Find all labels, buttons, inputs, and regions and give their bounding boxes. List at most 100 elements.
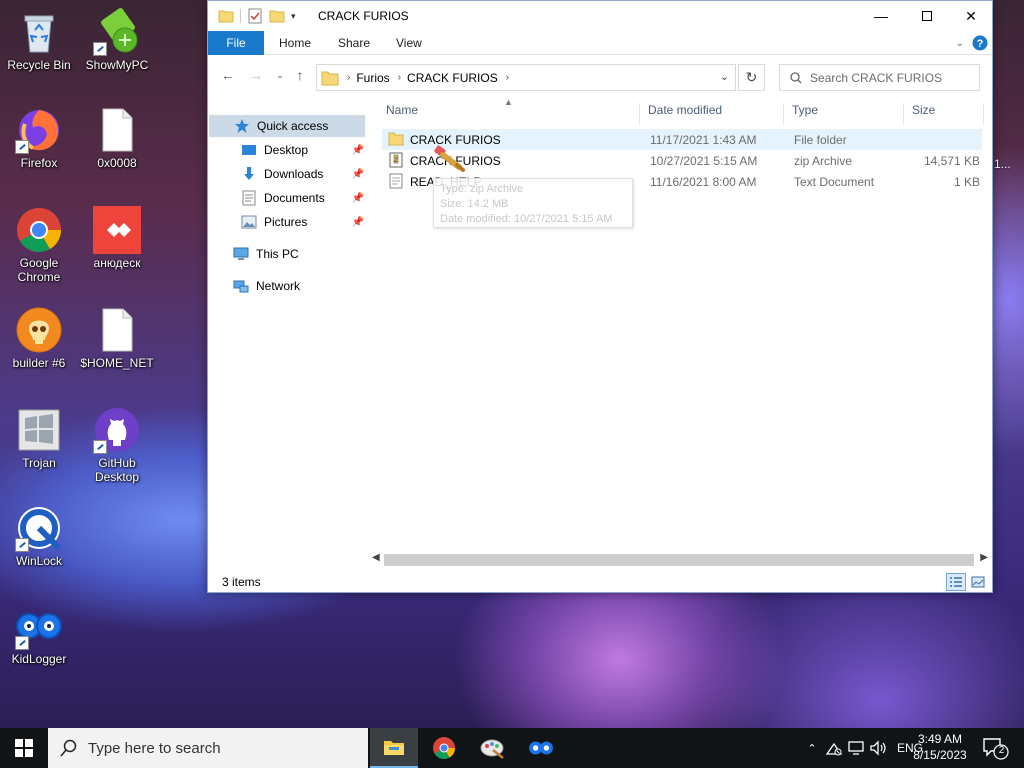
file-row[interactable]: Z CRACK FURIOS 10/27/2021 5:15 AM zip Ar… xyxy=(382,150,982,171)
action-center-button[interactable]: 2 xyxy=(980,736,1010,760)
breadcrumb-chevron-icon[interactable]: › xyxy=(398,72,401,83)
no-network-icon[interactable] xyxy=(825,740,843,756)
desktop-icon-kidlogger[interactable]: KidLogger xyxy=(0,602,78,666)
nav-quick-access[interactable]: Quick access xyxy=(209,115,365,137)
breadcrumb-chevron-icon[interactable]: › xyxy=(347,72,350,83)
pin-icon[interactable]: 📌 xyxy=(352,169,364,180)
horizontal-scrollbar[interactable]: ◀ ▶ xyxy=(368,551,992,569)
tab-share[interactable]: Share xyxy=(326,31,382,55)
desktop-icon-home-net[interactable]: $HOME_NET xyxy=(78,306,156,370)
details-view-icon xyxy=(950,577,962,587)
file-row[interactable]: CRACK FURIOS 11/17/2021 1:43 AM File fol… xyxy=(382,129,982,150)
scrollbar-thumb[interactable] xyxy=(384,554,974,566)
nav-label: Network xyxy=(256,279,301,293)
firefox-icon xyxy=(15,106,63,154)
file-explorer-window[interactable]: ▾ CRACK FURIOS — ✕ File Home Share View … xyxy=(207,0,993,593)
maximize-button[interactable] xyxy=(904,1,950,31)
shortcut-arrow-icon xyxy=(15,140,29,154)
taskbar-search[interactable] xyxy=(48,728,368,768)
desktop-icon-firefox[interactable]: Firefox xyxy=(0,106,78,170)
volume-icon[interactable] xyxy=(869,740,889,756)
desktop-icon-builder[interactable]: builder #6 xyxy=(0,306,78,370)
windows-logo-icon xyxy=(15,739,33,757)
search-input[interactable] xyxy=(810,70,970,85)
desktop-icon-label: 0x0008 xyxy=(97,156,137,170)
desktop-icon-label: анюдеск xyxy=(93,256,141,270)
column-header-size[interactable]: Size xyxy=(904,103,984,125)
close-button[interactable]: ✕ xyxy=(948,1,994,31)
address-dropdown-icon[interactable]: ⌄ xyxy=(720,70,729,83)
anydesk-icon xyxy=(93,206,141,254)
scroll-left-icon[interactable]: ◀ xyxy=(372,552,380,563)
desktop-icon-trojan[interactable]: Trojan xyxy=(0,406,78,470)
nav-downloads[interactable]: Downloads 📌 xyxy=(240,163,364,185)
nav-desktop[interactable]: Desktop 📌 xyxy=(240,139,364,161)
desktop-icon-0x0008[interactable]: 0x0008 xyxy=(78,106,156,170)
breadcrumb-crack-furios[interactable]: CRACK FURIOS xyxy=(407,71,498,85)
taskbar-search-input[interactable] xyxy=(88,739,348,757)
scroll-right-icon[interactable]: ▶ xyxy=(980,552,988,563)
notification-count: 2 xyxy=(998,745,1005,756)
file-type: Text Document xyxy=(794,175,875,189)
pin-icon[interactable]: 📌 xyxy=(352,145,364,156)
large-icons-view-icon xyxy=(971,576,985,588)
up-button[interactable]: ↑ xyxy=(290,65,310,85)
tooltip-size: Size: 14.2 MB xyxy=(440,198,509,210)
pin-icon[interactable]: 📌 xyxy=(352,193,364,204)
file-date: 10/27/2021 5:15 AM xyxy=(650,154,758,168)
taskbar-chrome[interactable] xyxy=(420,728,468,768)
nav-this-pc[interactable]: This PC xyxy=(232,243,299,265)
nav-pictures[interactable]: Pictures 📌 xyxy=(240,211,364,233)
start-button[interactable] xyxy=(0,728,48,768)
help-icon[interactable]: ? xyxy=(972,35,988,51)
breadcrumb-chevron-icon[interactable]: › xyxy=(506,72,509,83)
new-folder-icon[interactable] xyxy=(269,9,285,23)
back-button[interactable]: ← xyxy=(218,65,238,85)
offscreen-desktop-label[interactable]: 1... xyxy=(994,157,1011,171)
recent-locations-button[interactable]: ⌄ xyxy=(270,65,290,85)
kidlogger-icon xyxy=(529,741,553,755)
nav-label: This PC xyxy=(256,247,299,261)
details-view-button[interactable] xyxy=(946,573,966,591)
desktop-icon-google-chrome[interactable]: Google Chrome xyxy=(0,206,78,284)
desktop-icon-label: Recycle Bin xyxy=(7,58,71,72)
search-icon xyxy=(790,71,802,83)
column-header-type[interactable]: Type xyxy=(784,103,904,125)
file-size: 14,571 KB xyxy=(923,154,980,168)
title-bar[interactable]: ▾ CRACK FURIOS — ✕ xyxy=(208,1,992,31)
taskbar-paint-app[interactable] xyxy=(468,728,516,768)
nav-network[interactable]: Network xyxy=(232,275,300,297)
minimize-button[interactable]: — xyxy=(858,1,904,31)
search-box[interactable] xyxy=(779,64,980,91)
tab-home[interactable]: Home xyxy=(267,31,323,55)
show-hidden-icons-chevron-icon[interactable]: ⌃ xyxy=(803,742,821,755)
taskbar-file-explorer[interactable] xyxy=(370,728,418,768)
desktop-icon-recycle-bin[interactable]: Recycle Bin xyxy=(0,8,78,72)
file-list[interactable]: ▲ Name Date modified Type Size CRACK FUR… xyxy=(378,95,992,551)
breadcrumb-furios[interactable]: Furios xyxy=(356,71,389,85)
pin-icon[interactable]: 📌 xyxy=(352,217,364,228)
large-icons-view-button[interactable] xyxy=(968,573,988,591)
desktop-display-icon[interactable] xyxy=(847,740,865,756)
properties-icon[interactable] xyxy=(247,8,263,24)
desktop-icon-github-desktop[interactable]: GitHub Desktop xyxy=(78,406,156,484)
clock-date: 8/15/2023 xyxy=(913,748,967,762)
column-header-name[interactable]: Name xyxy=(378,103,640,125)
desktop-icon-winlock[interactable]: WinLock xyxy=(0,504,78,568)
system-clock[interactable]: 3:49 AM 8/15/2023 xyxy=(905,731,975,763)
expand-ribbon-icon[interactable]: ⌄ xyxy=(956,38,964,49)
desktop-icon-label: GitHub Desktop xyxy=(94,456,140,484)
tab-file[interactable]: File xyxy=(208,31,264,55)
desktop-icon-showmypc[interactable]: ShowMyPC xyxy=(78,8,156,72)
address-bar[interactable]: › Furios › CRACK FURIOS › ⌄ xyxy=(316,64,736,91)
nav-documents[interactable]: Documents 📌 xyxy=(240,187,364,209)
customize-toolbar-dropdown-icon[interactable]: ▾ xyxy=(291,11,296,22)
column-header-date-modified[interactable]: Date modified xyxy=(640,103,784,125)
desktop-icon-anydesk[interactable]: анюдеск xyxy=(78,206,156,270)
refresh-button[interactable]: ↻ xyxy=(738,64,765,91)
divider xyxy=(240,9,241,23)
desktop-icon-label: Google Chrome xyxy=(17,256,61,284)
forward-button[interactable]: → xyxy=(246,65,266,85)
tab-view[interactable]: View xyxy=(384,31,434,55)
taskbar-kidlogger[interactable] xyxy=(517,728,565,768)
